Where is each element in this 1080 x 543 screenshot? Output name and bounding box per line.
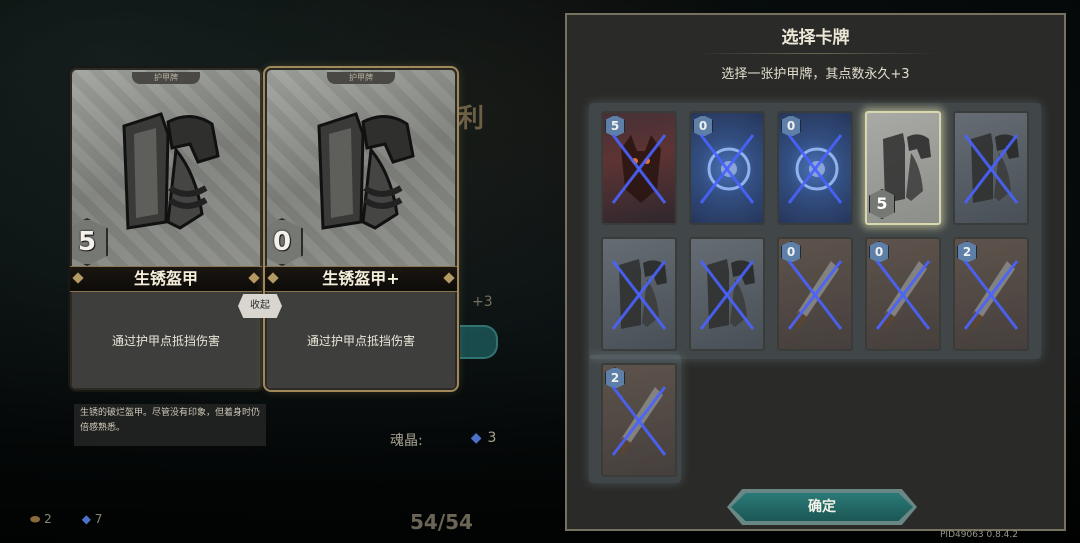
card-type-label: 护甲牌	[327, 72, 395, 84]
selectable-card[interactable]: 0	[865, 237, 941, 351]
selectable-card[interactable]	[953, 111, 1029, 225]
selectable-card[interactable]: 5	[601, 111, 677, 225]
cost-badge: 5	[72, 218, 108, 266]
panel-subtitle: 选择一张护甲牌，其点数永久+3	[721, 67, 910, 82]
disabled-cross-icon	[699, 134, 755, 204]
confirm-button[interactable]: 确定	[731, 493, 913, 521]
disabled-cross-icon	[963, 134, 1019, 204]
card-name: 生锈盔甲+	[265, 266, 457, 292]
selectable-card[interactable]: 0	[777, 111, 853, 225]
selectable-card[interactable]: 2	[953, 237, 1029, 351]
selectable-card[interactable]: 0	[689, 111, 765, 225]
card-art: 护甲牌 5	[72, 70, 260, 266]
version-label: PID49063 0.8.4.2	[940, 530, 1018, 540]
disabled-cross-icon	[787, 260, 843, 330]
disabled-cross-icon	[787, 134, 843, 204]
preview-card-upgraded: 护甲牌 0 生锈盔甲+ 通过护甲点抵挡伤害	[265, 68, 457, 390]
background-soul-row: 魂晶: ◆ 3	[390, 430, 496, 450]
selectable-card[interactable]: 2	[601, 363, 677, 477]
soul-gem-icon: ◆	[470, 430, 482, 446]
soul-value-group: ◆ 3	[471, 430, 497, 450]
background-plus-text: +3	[472, 294, 493, 310]
collapse-button[interactable]: 收起	[238, 294, 282, 318]
gem-value: 7	[94, 512, 103, 526]
card-description: 通过护甲点抵挡伤害	[72, 292, 260, 388]
background-bottom-stats: ⬬ 2 ◆ 7	[30, 512, 102, 527]
panel-title: 选择卡牌	[781, 28, 850, 48]
disabled-cross-icon	[875, 260, 931, 330]
disabled-cross-icon	[611, 260, 667, 330]
gem-stat: ◆ 7	[82, 512, 103, 527]
soul-value: 3	[487, 430, 497, 446]
disabled-cross-icon	[699, 260, 755, 330]
card-art: 护甲牌 0	[267, 70, 455, 266]
deck-count: 54/54	[410, 510, 473, 534]
armor-icon	[122, 112, 220, 230]
cost-badge: 0	[267, 218, 303, 266]
card-name: 生锈盔甲	[70, 266, 262, 292]
card-type-label: 护甲牌	[132, 72, 200, 84]
soul-label: 魂晶:	[390, 433, 423, 449]
selectable-card[interactable]: 0	[777, 237, 853, 351]
disabled-cross-icon	[963, 260, 1019, 330]
flavor-text: 生锈的破烂盔甲。尽管没有印象，但着身时仍倍感熟悉。	[74, 404, 266, 446]
card-description: 通过护甲点抵挡伤害	[267, 292, 455, 388]
selectable-card-selected[interactable]: 5	[865, 111, 941, 225]
gold-value: 2	[44, 512, 52, 526]
title-divider	[697, 53, 937, 54]
selectable-card[interactable]	[601, 237, 677, 351]
background-teal-button	[460, 325, 498, 359]
disabled-cross-icon	[611, 386, 667, 456]
preview-card-original: 护甲牌 5 生锈盔甲 通过护甲点抵挡伤害	[70, 68, 262, 390]
crystal-icon: ◆	[81, 512, 91, 526]
disabled-cross-icon	[611, 134, 667, 204]
background-title-fragment: 利	[458, 104, 485, 134]
gold-stat: ⬬ 2	[30, 512, 52, 527]
coin-icon: ⬬	[30, 512, 41, 526]
selectable-card[interactable]	[689, 237, 765, 351]
armor-icon	[317, 112, 415, 230]
card-select-panel: 选择卡牌 选择一张护甲牌，其点数永久+3 50050022 确定	[565, 13, 1066, 531]
